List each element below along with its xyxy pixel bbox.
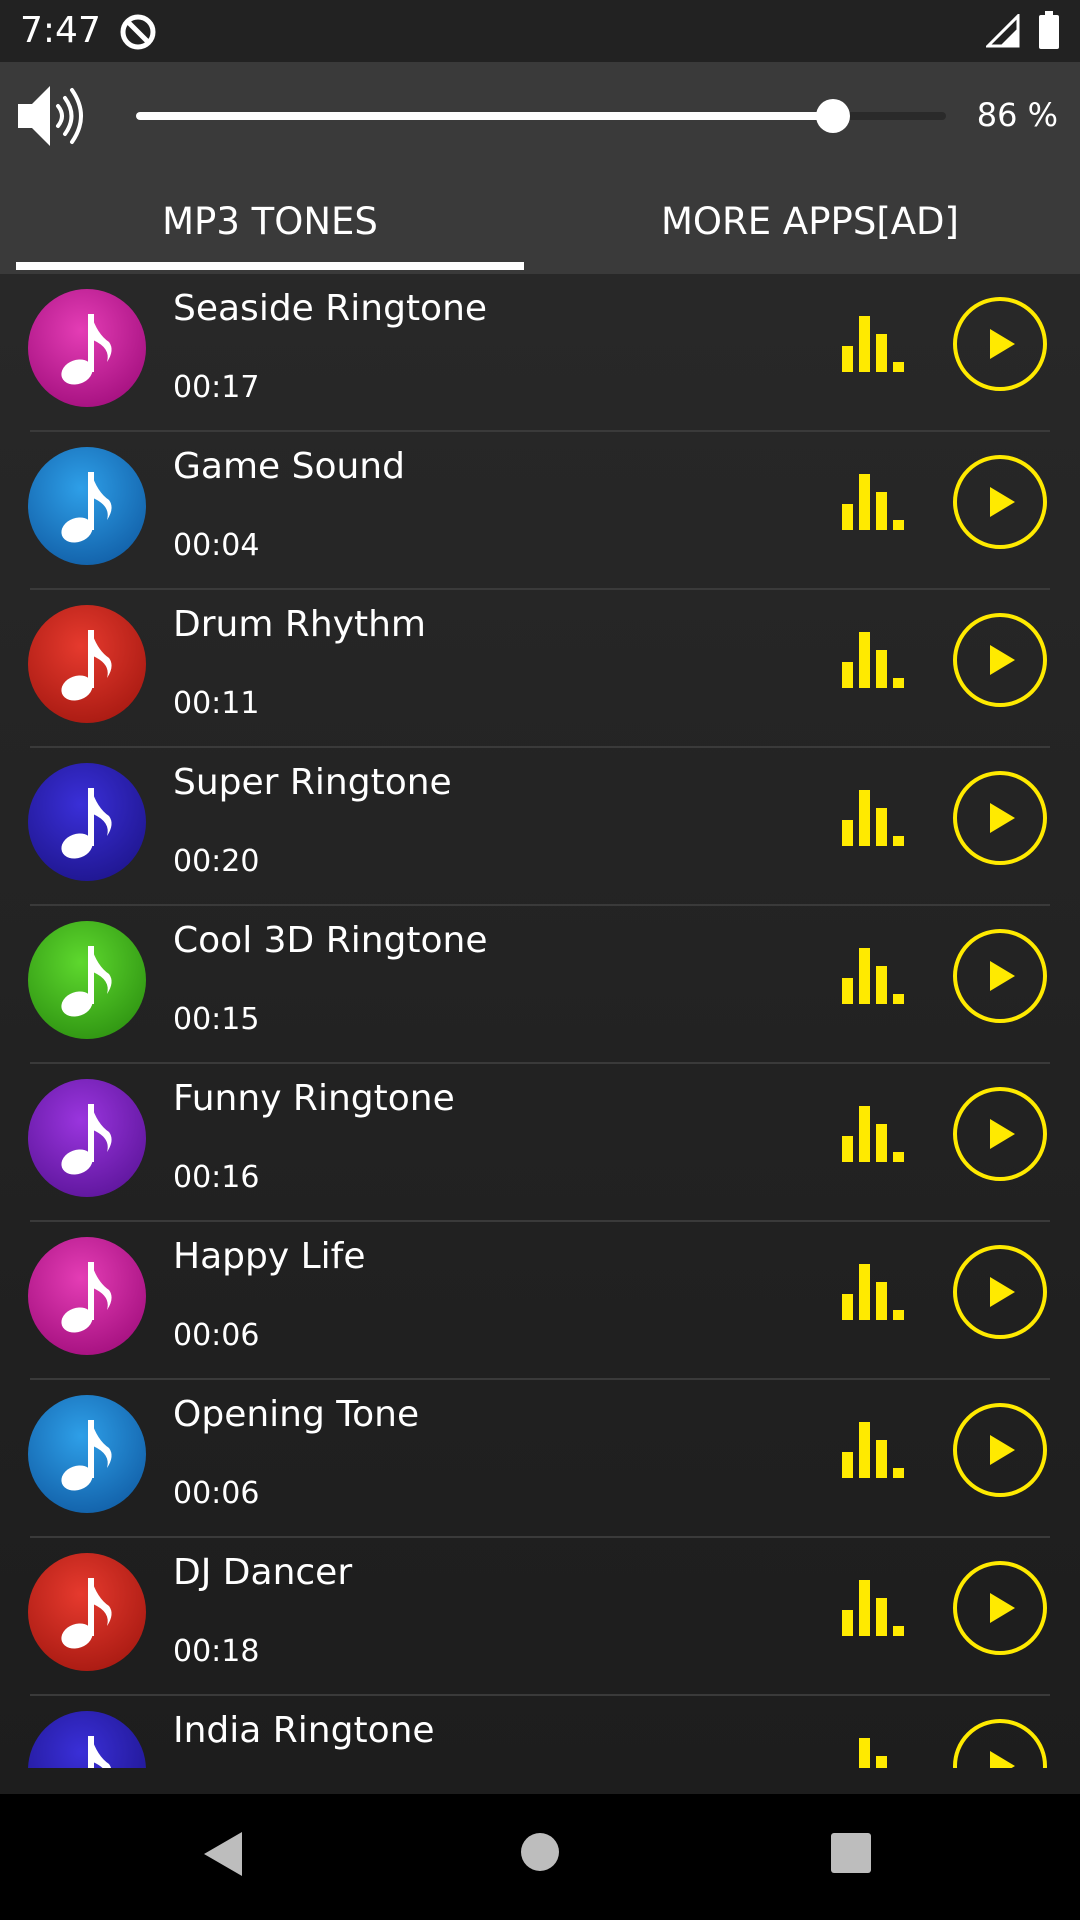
equalizer-icon (842, 632, 904, 688)
ringtone-name: Opening Tone (173, 1394, 420, 1435)
equalizer-icon (842, 790, 904, 846)
battery-icon (1039, 11, 1059, 49)
equalizer-icon (842, 316, 904, 372)
ringtone-row[interactable]: Funny Ringtone 00:16 (0, 1064, 1080, 1222)
tab-indicator (16, 262, 524, 270)
music-note-icon (27, 1236, 147, 1356)
play-button[interactable] (952, 770, 1048, 866)
ringtone-name: India Ringtone (173, 1710, 435, 1751)
status-time: 7:47 (20, 10, 101, 51)
play-icon (990, 1751, 1015, 1768)
music-note-icon (27, 288, 147, 408)
ringtone-name: Seaside Ringtone (173, 288, 488, 329)
ringtone-name: Happy Life (173, 1236, 366, 1277)
ringtone-duration: 00:06 (173, 1318, 260, 1353)
ringtone-duration: 00:06 (173, 1476, 260, 1511)
play-icon (990, 1435, 1015, 1465)
play-button[interactable] (952, 1244, 1048, 1340)
ringtone-duration: 00:17 (173, 370, 260, 405)
tab-more-apps[interactable]: MORE APPS[AD] (540, 170, 1080, 274)
ringtone-duration: 00:11 (173, 686, 260, 721)
music-note-icon (27, 920, 147, 1040)
play-button[interactable] (952, 612, 1048, 708)
ringtone-name: Drum Rhythm (173, 604, 426, 645)
play-icon (990, 645, 1015, 675)
ringtone-name: DJ Dancer (173, 1552, 353, 1593)
equalizer-icon (859, 1738, 887, 1768)
play-icon (990, 803, 1015, 833)
ringtone-row[interactable]: Opening Tone 00:06 (0, 1380, 1080, 1538)
tab-bar: MP3 TONES MORE APPS[AD] (0, 170, 1080, 274)
play-icon (990, 487, 1015, 517)
play-icon (990, 1277, 1015, 1307)
play-button[interactable] (952, 1086, 1048, 1182)
play-icon (990, 329, 1015, 359)
play-icon (990, 961, 1015, 991)
volume-row: 86 % (0, 62, 1080, 170)
back-icon[interactable] (202, 1830, 246, 1878)
ringtone-row[interactable]: Happy Life 00:06 (0, 1222, 1080, 1380)
ringtone-name: Funny Ringtone (173, 1078, 455, 1119)
volume-slider-thumb[interactable] (815, 99, 850, 133)
ringtone-screen: 7:47 86 % MP3 TONES MORE APPS[AD] Seasid… (0, 0, 1080, 1920)
music-note-icon (27, 1552, 147, 1672)
ringtone-row[interactable]: Drum Rhythm 00:11 (0, 590, 1080, 748)
play-button[interactable] (952, 296, 1048, 392)
do-not-disturb-icon (120, 14, 156, 50)
play-button[interactable] (952, 1560, 1048, 1656)
ringtone-list[interactable]: Seaside Ringtone 00:17 Game Sound 00:04 Drum… (0, 274, 1080, 1768)
play-button[interactable] (952, 928, 1048, 1024)
volume-slider[interactable] (136, 99, 946, 133)
equalizer-icon (842, 474, 904, 530)
play-button[interactable] (952, 1402, 1048, 1498)
volume-percent: 86 % (976, 96, 1058, 134)
equalizer-icon (842, 1106, 904, 1162)
volume-slider-fill (136, 112, 833, 120)
music-note-icon (27, 1394, 147, 1514)
equalizer-icon (842, 1264, 904, 1320)
equalizer-icon (842, 1422, 904, 1478)
ringtone-row[interactable]: DJ Dancer 00:18 (0, 1538, 1080, 1696)
music-note-icon (27, 1078, 147, 1198)
play-button[interactable] (952, 1718, 1048, 1768)
ringtone-duration: 00:15 (173, 1002, 260, 1037)
play-button[interactable] (952, 454, 1048, 550)
home-icon[interactable] (520, 1832, 560, 1872)
equalizer-icon (842, 1580, 904, 1636)
play-icon (990, 1593, 1015, 1623)
ringtone-row[interactable]: India Ringtone (0, 1696, 1080, 1768)
ringtone-row[interactable]: Super Ringtone 00:20 (0, 748, 1080, 906)
play-icon (990, 1119, 1015, 1149)
ringtone-duration: 00:20 (173, 844, 260, 879)
ringtone-duration: 00:16 (173, 1160, 260, 1195)
ringtone-row[interactable]: Seaside Ringtone 00:17 (0, 274, 1080, 432)
recents-icon[interactable] (830, 1832, 872, 1874)
ringtone-row[interactable]: Game Sound 00:04 (0, 432, 1080, 590)
status-bar: 7:47 (0, 0, 1080, 62)
ringtone-row[interactable]: Cool 3D Ringtone 00:15 (0, 906, 1080, 1064)
signal-icon (986, 14, 1020, 48)
speaker-icon[interactable] (14, 76, 94, 156)
tab-mp3-tones[interactable]: MP3 TONES (0, 170, 540, 274)
ringtone-duration: 00:18 (173, 1634, 260, 1669)
ringtone-name: Cool 3D Ringtone (173, 920, 488, 961)
music-note-icon (27, 762, 147, 882)
equalizer-icon (842, 948, 904, 1004)
navigation-bar (0, 1794, 1080, 1920)
ringtone-name: Super Ringtone (173, 762, 452, 803)
ringtone-name: Game Sound (173, 446, 405, 487)
music-note-icon (27, 446, 147, 566)
music-note-icon (27, 604, 147, 724)
ringtone-duration: 00:04 (173, 528, 260, 563)
music-note-icon (27, 1710, 147, 1768)
